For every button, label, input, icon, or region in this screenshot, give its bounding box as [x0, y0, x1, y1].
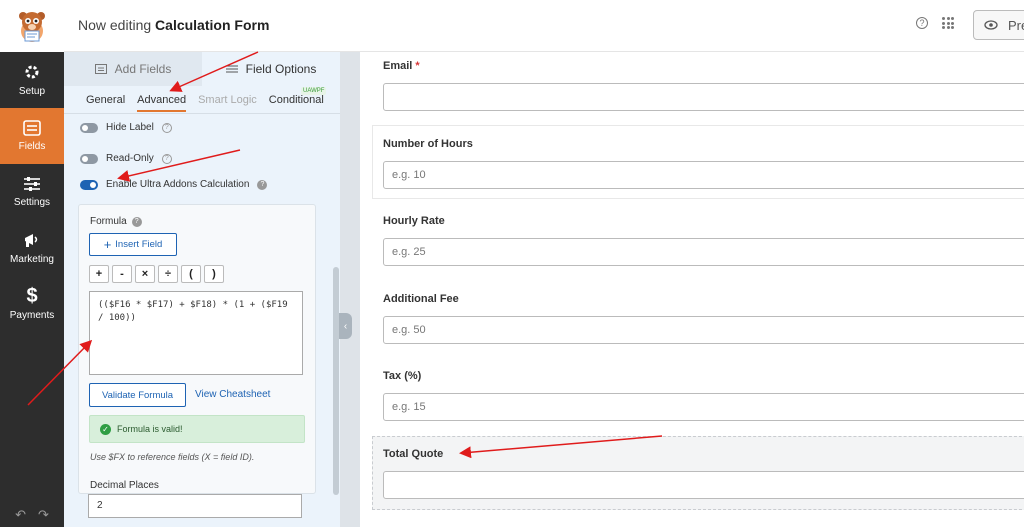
nav-marketing[interactable]: Marketing: [0, 220, 64, 276]
op-divide-button[interactable]: ÷: [158, 265, 178, 283]
field-label-total: Total Quote: [383, 448, 444, 460]
rate-input[interactable]: e.g. 25: [383, 238, 1024, 266]
hide-label-row: Hide Label ?: [80, 122, 172, 133]
subtab-general[interactable]: General: [86, 88, 125, 112]
sliders-icon: [24, 177, 40, 191]
decimal-places-label: Decimal Places: [90, 480, 159, 491]
collapse-panel-icon[interactable]: ‹: [339, 313, 352, 339]
field-label-fee: Additional Fee: [383, 293, 459, 305]
read-only-toggle[interactable]: [80, 153, 98, 164]
field-label-email: Email *: [383, 60, 420, 72]
insert-field-button[interactable]: + Insert Field: [89, 233, 177, 256]
validate-formula-button[interactable]: Validate Formula: [89, 383, 186, 407]
operator-buttons: + - × ÷ ( ): [89, 265, 224, 283]
redo-icon[interactable]: ↷: [38, 507, 49, 523]
grid-icon[interactable]: [942, 17, 954, 29]
formula-hint: Use $FX to reference fields (X = field I…: [90, 452, 255, 462]
field-label-rate: Hourly Rate: [383, 215, 445, 227]
nav-payments[interactable]: $ Payments: [0, 276, 64, 332]
left-nav: Setup Fields Settings Marketing $ Paymen…: [0, 52, 64, 527]
panel-divider: [340, 52, 360, 527]
total-input[interactable]: [383, 471, 1024, 499]
megaphone-icon: [25, 234, 38, 247]
check-circle-icon: ✓: [100, 423, 111, 435]
op-multiply-button[interactable]: ×: [135, 265, 155, 283]
help-icon[interactable]: ?: [161, 153, 172, 164]
nav-fields[interactable]: Fields: [0, 108, 64, 164]
formula-section: Formula ? + Insert Field + - × ÷ ( ) (($…: [78, 204, 316, 494]
form-preview: Email * Number of Hours e.g. 10 Hourly R…: [360, 52, 1024, 527]
formula-textarea[interactable]: (($F16 * $F17) + $F18) * (1 + ($F19 / 10…: [89, 291, 303, 375]
dollar-icon: $: [26, 285, 38, 307]
enable-calc-toggle[interactable]: [80, 179, 98, 190]
view-cheatsheet-link[interactable]: View Cheatsheet: [195, 389, 270, 400]
subtab-advanced[interactable]: Advanced: [137, 88, 187, 112]
fee-input[interactable]: e.g. 50: [383, 316, 1024, 344]
undo-icon[interactable]: ↶: [15, 507, 26, 523]
uawpf-badge: UAWPF: [301, 87, 327, 95]
list-icon: [23, 120, 41, 136]
tab-field-options[interactable]: Field Options: [202, 52, 340, 86]
field-label-hours: Number of Hours: [383, 138, 473, 150]
decimal-places-input[interactable]: 2: [88, 494, 302, 518]
op-plus-button[interactable]: +: [89, 265, 109, 283]
field-options-panel: Add Fields Field Options General Advance…: [64, 52, 340, 527]
subtab-smart-logic[interactable]: Smart Logic: [198, 88, 257, 112]
gear-icon: [25, 65, 39, 79]
op-minus-button[interactable]: -: [112, 265, 132, 283]
formula-label: Formula ?: [90, 216, 142, 227]
bear-logo-icon: [19, 12, 45, 42]
page-title: Now editing Calculation Form: [78, 17, 270, 33]
list-icon: [94, 64, 107, 74]
read-only-row: Read-Only ?: [80, 153, 172, 164]
nav-settings[interactable]: Settings: [0, 164, 64, 220]
preview-button[interactable]: Pre: [973, 10, 1024, 40]
formula-valid-message: ✓ Formula is valid!: [89, 415, 305, 443]
plus-icon: +: [103, 237, 112, 252]
wpforms-logo[interactable]: [0, 0, 64, 52]
hide-label-toggle[interactable]: [80, 122, 98, 133]
help-icon[interactable]: ?: [161, 122, 172, 133]
tax-input[interactable]: e.g. 15: [383, 393, 1024, 421]
enable-calc-row: Enable Ultra Addons Calculation ?: [80, 179, 268, 190]
eye-icon: [984, 20, 998, 30]
help-icon[interactable]: ?: [257, 179, 268, 190]
sliders-icon: [225, 65, 238, 73]
op-open-paren-button[interactable]: (: [181, 265, 201, 283]
op-close-paren-button[interactable]: ): [204, 265, 224, 283]
panel-scrollbar[interactable]: [333, 267, 339, 495]
hours-input[interactable]: e.g. 10: [383, 161, 1024, 189]
help-icon[interactable]: ?: [131, 216, 142, 227]
nav-setup[interactable]: Setup: [0, 52, 64, 108]
tab-add-fields[interactable]: Add Fields: [64, 52, 202, 86]
help-icon[interactable]: ?: [916, 17, 928, 29]
field-label-tax: Tax (%): [383, 370, 422, 382]
top-bar: Now editing Calculation Form ? Pre: [0, 0, 1024, 52]
email-input[interactable]: [383, 83, 1024, 111]
